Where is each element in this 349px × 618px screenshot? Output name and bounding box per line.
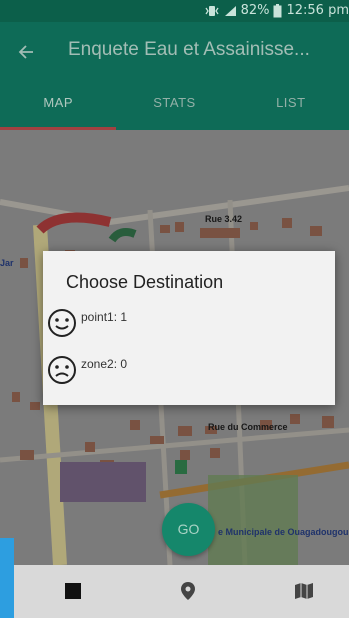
vibrate-icon xyxy=(205,5,219,16)
tab-list[interactable]: LIST xyxy=(233,80,349,130)
smiley-sad-icon xyxy=(48,356,76,384)
dialog-title: Choose Destination xyxy=(66,272,224,292)
tab-label: STATS xyxy=(153,95,196,110)
tab-stats[interactable]: STATS xyxy=(116,80,232,130)
bottom-nav xyxy=(14,565,349,618)
go-button[interactable]: GO xyxy=(162,503,215,556)
map-label-place: e Municipale de Ouagadougou xyxy=(218,527,349,537)
app-bar: Enquete Eau et Assainisse... xyxy=(0,22,349,80)
location-button[interactable] xyxy=(176,579,200,603)
battery-icon xyxy=(273,3,282,17)
map-icon xyxy=(295,583,313,599)
stop-button[interactable] xyxy=(61,579,85,603)
status-icons: 82% 12:56 pm xyxy=(204,3,349,18)
side-strip xyxy=(0,538,14,618)
signal-icon xyxy=(224,5,236,16)
battery-percent: 82% xyxy=(240,3,270,18)
smiley-happy-icon xyxy=(48,309,76,337)
destination-label: point1: 1 xyxy=(81,310,128,324)
status-time: 12:56 pm xyxy=(286,3,349,18)
destination-item-zone2[interactable]: zone2: 0 xyxy=(47,355,127,385)
arrow-back-icon xyxy=(18,45,33,59)
tab-label: LIST xyxy=(276,95,306,110)
stop-square-icon xyxy=(65,583,81,599)
destination-label: zone2: 0 xyxy=(81,357,128,371)
tab-label: MAP xyxy=(43,95,73,110)
map-label-street: Rue 3.42 xyxy=(205,214,243,224)
status-bar: 82% 12:56 pm xyxy=(0,0,349,22)
choose-destination-dialog: Choose Destination point1: 1 zone2: 0 xyxy=(43,251,335,405)
tab-map[interactable]: MAP xyxy=(0,80,117,130)
page-title: Enquete Eau et Assainisse... xyxy=(68,39,310,60)
map-label-left: Jar xyxy=(0,258,14,268)
back-button[interactable] xyxy=(10,36,42,68)
location-pin-icon xyxy=(181,582,195,600)
map-button[interactable] xyxy=(292,579,316,603)
map-label-street: Rue du Commerce xyxy=(208,422,288,432)
destination-item-point1[interactable]: point1: 1 xyxy=(47,308,127,338)
tab-bar: MAP STATS LIST xyxy=(0,80,349,130)
